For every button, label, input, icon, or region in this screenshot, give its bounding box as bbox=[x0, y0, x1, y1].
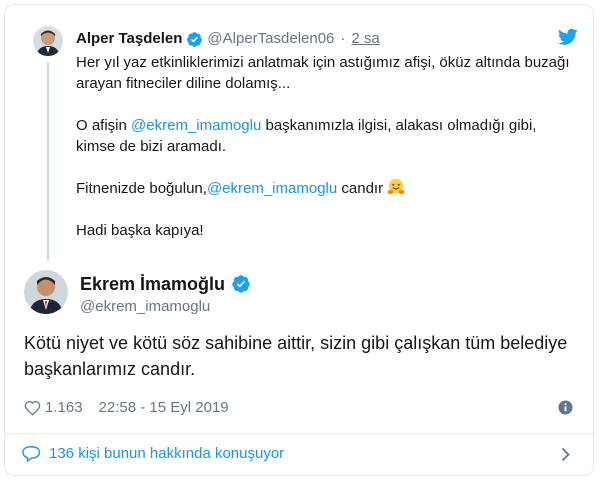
heart-icon[interactable] bbox=[24, 400, 41, 416]
hugging-face-icon bbox=[387, 178, 405, 195]
twitter-bird-icon[interactable] bbox=[558, 28, 578, 46]
parent-tweet-time[interactable]: 2 sa bbox=[351, 29, 379, 49]
parent-paragraph-3: Fitnenizde boğulun,@ekrem_imamoglu candı… bbox=[76, 178, 571, 199]
speech-bubble-icon bbox=[22, 446, 41, 462]
main-author-name-row: Ekrem İmamoğlu bbox=[80, 273, 255, 295]
parent-paragraph-4: Hadi başka kapıya! bbox=[76, 222, 204, 239]
footer-divider bbox=[4, 433, 596, 434]
p3-text-before: Fitnenizde boğulun, bbox=[76, 180, 207, 197]
tweet-meta-row: 1.163 22:58 - 15 Eyl 2019 bbox=[24, 398, 229, 418]
like-count[interactable]: 1.163 bbox=[45, 398, 83, 418]
parent-author-handle[interactable]: @AlperTasdelen06 bbox=[207, 29, 334, 49]
parent-paragraph-1: Her yıl yaz etkinliklerimizi anlatmak iç… bbox=[76, 54, 570, 92]
conversation-link[interactable]: 136 kişi bunun hakkında konuşuyor bbox=[22, 444, 284, 464]
separator-dot: · bbox=[340, 30, 346, 47]
verified-icon bbox=[187, 31, 203, 47]
mention-link[interactable]: @ekrem_imamoglu bbox=[207, 180, 337, 197]
conversation-link-label[interactable]: 136 kişi bunun hakkında konuşuyor bbox=[49, 444, 284, 464]
main-author-name[interactable]: Ekrem İmamoğlu bbox=[80, 273, 225, 295]
thread-connector-line bbox=[47, 62, 49, 260]
parent-tweet-text: Her yıl yaz etkinliklerimizi anlatmak iç… bbox=[76, 52, 571, 241]
mention-link[interactable]: @ekrem_imamoglu bbox=[131, 117, 261, 134]
main-author-handle[interactable]: @ekrem_imamoglu bbox=[80, 297, 210, 317]
parent-author-name[interactable]: Alper Taşdelen bbox=[76, 29, 182, 49]
parent-tweet-header: Alper Taşdelen @AlperTasdelen06 · 2 sa bbox=[76, 29, 380, 49]
parent-avatar[interactable] bbox=[33, 26, 63, 56]
p3-text-after: candır bbox=[337, 180, 384, 197]
main-avatar[interactable] bbox=[24, 270, 68, 314]
tweet-timestamp[interactable]: 22:58 - 15 Eyl 2019 bbox=[99, 398, 229, 418]
info-icon[interactable] bbox=[558, 400, 573, 415]
p2-text-before: O afişin bbox=[76, 117, 132, 134]
main-tweet-text: Kötü niyet ve kötü söz sahibine aittir, … bbox=[24, 333, 568, 379]
verified-icon bbox=[232, 275, 250, 293]
chevron-right-icon[interactable] bbox=[561, 447, 570, 462]
parent-paragraph-2: O afişin @ekrem_imamoglu başkanımızla il… bbox=[76, 115, 571, 157]
